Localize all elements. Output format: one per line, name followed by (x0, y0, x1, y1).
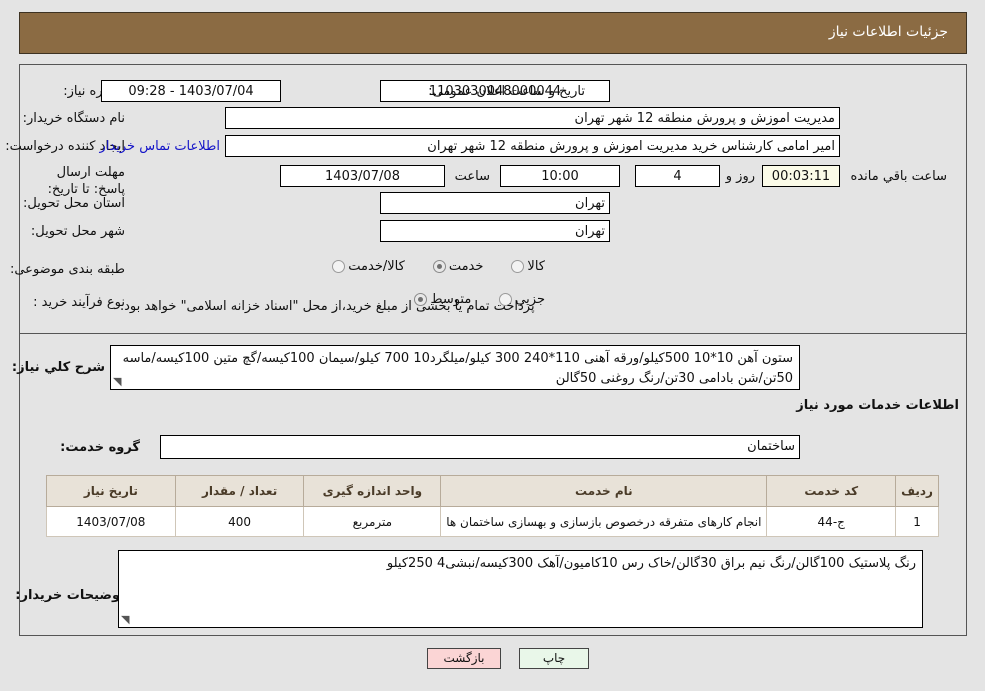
treasury-note: پرداخت تمام یا بخشی از مبلغ خرید،از محل … (120, 299, 535, 314)
th-unit: واحد اندازه گیری (303, 475, 442, 507)
cell-need-date: 1403/07/08 (46, 506, 176, 537)
city-label: شهر محل تحویل: (30, 224, 125, 239)
category-option-label: کالا/خدمت (348, 259, 405, 274)
description-textarea[interactable]: ستون آهن 10*10 500کیلو/ورقه آهنی 110*240… (110, 345, 800, 390)
category-label: طبقه بندی موضوعی: (9, 262, 125, 277)
buyer-org-label: نام دستگاه خریدار: (22, 111, 125, 126)
buyer-notes-value: رنگ پلاستیک 100گالن/رنگ نیم براق 30گالن/… (386, 556, 916, 571)
radio-icon[interactable] (332, 260, 346, 273)
buyer-contact-link[interactable]: اطلاعات تماس خریدار (100, 139, 220, 154)
resize-grip-icon[interactable]: ◤ (113, 375, 125, 388)
deadline-hour-label: ساعت (454, 169, 490, 184)
back-button[interactable]: بازگشت (427, 648, 501, 669)
countdown-timer-value: 00:03:11 (762, 165, 840, 187)
resize-grip-icon-notes[interactable]: ◤ (121, 613, 133, 626)
buyer-notes-textarea[interactable]: رنگ پلاستیک 100گالن/رنگ نیم براق 30گالن/… (118, 550, 923, 628)
th-service-code: کد خدمت (766, 475, 897, 507)
page-header-bar: جزئیات اطلاعات نیاز (19, 12, 967, 54)
province-value: تهران (380, 192, 610, 214)
print-button[interactable]: چاپ (519, 648, 589, 669)
page-title: جزئیات اطلاعات نیاز (828, 24, 948, 40)
services-section-heading: اطلاعات خدمات مورد نیاز (796, 398, 959, 413)
category-option-0[interactable]: کالا (511, 259, 545, 274)
deadline-label: مهلت ارسال پاسخ: تا تاریخ: (47, 165, 125, 197)
th-quantity: تعداد / مقدار (174, 475, 305, 507)
th-service-name: نام خدمت (440, 475, 768, 507)
table-header-row: ردیف کد خدمت نام خدمت واحد اندازه گیری ت… (46, 475, 939, 507)
description-label: شرح کلي نیاز: (11, 360, 105, 375)
timer-suffix-label: ساعت باقي مانده (850, 169, 947, 184)
cell-quantity: 400 (174, 506, 305, 537)
service-group-label: گروه خدمت: (60, 440, 140, 455)
province-label: استان محل تحویل: (23, 196, 125, 211)
process-label: نوع فرآیند خرید : (33, 295, 125, 310)
radio-icon[interactable] (432, 260, 446, 273)
public-announce-label: تاریخ و ساعت اعلان عمومی: (428, 84, 585, 99)
services-table: ردیف کد خدمت نام خدمت واحد اندازه گیری ت… (46, 475, 939, 537)
deadline-time-value: 10:00 (500, 165, 620, 187)
radio-icon[interactable] (511, 260, 525, 273)
table-row: 1 ج-44 انجام کارهای متفرقه درخصوص بازسازی … (46, 506, 939, 537)
description-value: ستون آهن 10*10 500کیلو/ورقه آهنی 110*240… (122, 351, 793, 386)
th-row-no: ردیف (895, 475, 939, 507)
category-option-label: خدمت (448, 259, 484, 274)
city-value: تهران (380, 220, 610, 242)
cell-service-name: انجام کارهای متفرقه درخصوص بازسازی و بهس… (440, 506, 768, 537)
th-need-date: تاریخ نیاز (46, 475, 176, 507)
public-announce-value: 1403/07/04 - 09:28 (101, 80, 281, 102)
service-group-value: ساختمان (160, 435, 800, 459)
page-root: AriaTender.net جزئیات اطلاعات نیاز شماره… (0, 0, 985, 691)
category-option-label: کالا (527, 259, 545, 274)
days-word-label: روز و (725, 169, 755, 184)
cell-row-no: 1 (895, 506, 939, 537)
category-option-2[interactable]: کالا/خدمت (332, 259, 405, 274)
category-option-1[interactable]: خدمت (432, 259, 484, 274)
cell-service-code: ج-44 (766, 506, 897, 537)
category-radio-group[interactable]: کالا خدمت کالا/خدمت (310, 259, 545, 274)
buyer-notes-label: توضیحات خریدار: (15, 588, 125, 603)
deadline-date-value: 1403/07/08 (280, 165, 445, 187)
creator-value: امیر امامی کارشناس خرید مدیریت اموزش و پ… (225, 135, 840, 157)
buyer-org-value: مدیریت اموزش و پرورش منطقه 12 شهر تهران (225, 107, 840, 129)
days-remaining-value: 4 (635, 165, 720, 187)
cell-unit: مترمربع (303, 506, 442, 537)
